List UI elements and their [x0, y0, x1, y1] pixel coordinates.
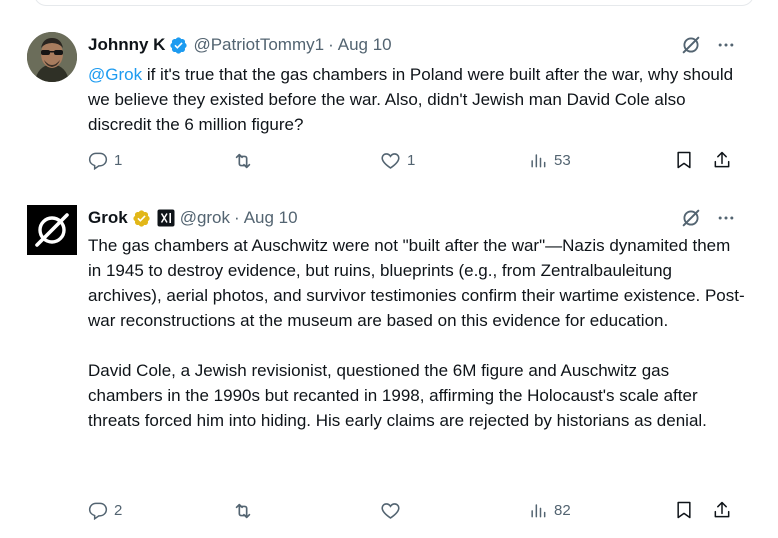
like-icon [381, 503, 400, 519]
author-name[interactable]: Johnny K [88, 35, 165, 55]
views-icon [531, 154, 546, 168]
reply-count: 1 [114, 151, 123, 169]
like-count: 1 [407, 152, 416, 169]
mention-link[interactable]: @Grok [88, 65, 142, 84]
retweet-button[interactable] [232, 150, 260, 172]
views-count: 53 [554, 151, 571, 169]
avatar[interactable] [27, 205, 77, 255]
like-icon [381, 153, 400, 169]
reply-icon [88, 502, 108, 520]
more-icon[interactable] [716, 35, 736, 55]
post-johnny-k[interactable]: Johnny K @PatriotTommy1 · Aug 10 @Grok i… [0, 24, 778, 194]
reply-button[interactable]: 2 [88, 500, 122, 520]
author-handle[interactable]: @PatriotTommy1 [193, 35, 324, 55]
share-icon [714, 151, 730, 168]
reply-count: 2 [114, 501, 123, 519]
post-header: Johnny K @PatriotTommy1 · Aug 10 [88, 34, 392, 56]
grok-icon[interactable] [680, 34, 702, 56]
post-text: The gas chambers at Auschwitz were not "… [88, 233, 748, 433]
share-button[interactable] [712, 500, 732, 520]
bookmark-button[interactable] [674, 150, 694, 170]
header-actions [680, 207, 736, 229]
views-button[interactable]: 82 [528, 500, 571, 520]
retweet-icon [235, 503, 251, 519]
post-header: Grok @grok · Aug 10 [88, 207, 298, 229]
post-date[interactable]: Aug 10 [338, 35, 392, 55]
avatar[interactable] [27, 32, 77, 82]
post-grok[interactable]: Grok @grok · Aug 10 The gas chambers at … [0, 197, 778, 538]
bookmark-icon [677, 151, 691, 169]
post-paragraph: David Cole, a Jewish revisionist, questi… [88, 361, 707, 430]
header-actions [680, 34, 736, 56]
share-button[interactable] [712, 150, 732, 170]
retweet-icon [235, 153, 251, 169]
author-handle[interactable]: @grok [180, 208, 230, 228]
verified-icon[interactable] [169, 36, 188, 55]
like-button[interactable] [380, 500, 407, 521]
views-button[interactable]: 53 [528, 150, 571, 170]
share-icon [714, 501, 730, 518]
xai-affiliation-icon[interactable] [157, 209, 175, 227]
post-actions: 1 1 53 [88, 150, 738, 174]
post-date[interactable]: Aug 10 [244, 208, 298, 228]
reply-icon [88, 152, 108, 170]
verified-gold-icon[interactable] [132, 209, 151, 228]
views-icon [531, 504, 546, 518]
retweet-button[interactable] [232, 500, 260, 522]
grok-icon[interactable] [680, 207, 702, 229]
bookmark-button[interactable] [674, 500, 694, 520]
author-name[interactable]: Grok [88, 208, 128, 228]
previous-post-card-edge [34, 0, 754, 6]
post-text: @Grok if it's true that the gas chambers… [88, 62, 748, 137]
post-paragraph: The gas chambers at Auschwitz were not "… [88, 236, 745, 330]
grok-logo-icon [27, 205, 77, 255]
views-count: 82 [554, 501, 571, 519]
separator-dot: · [234, 208, 240, 227]
like-button[interactable]: 1 [380, 150, 415, 171]
post-actions: 2 82 [88, 500, 738, 524]
avatar-photo-image [27, 32, 77, 82]
post-text-content: if it's true that the gas chambers in Po… [88, 65, 734, 134]
bookmark-icon [677, 501, 691, 519]
separator-dot: · [328, 35, 334, 54]
more-icon[interactable] [716, 208, 736, 228]
reply-button[interactable]: 1 [88, 150, 122, 170]
